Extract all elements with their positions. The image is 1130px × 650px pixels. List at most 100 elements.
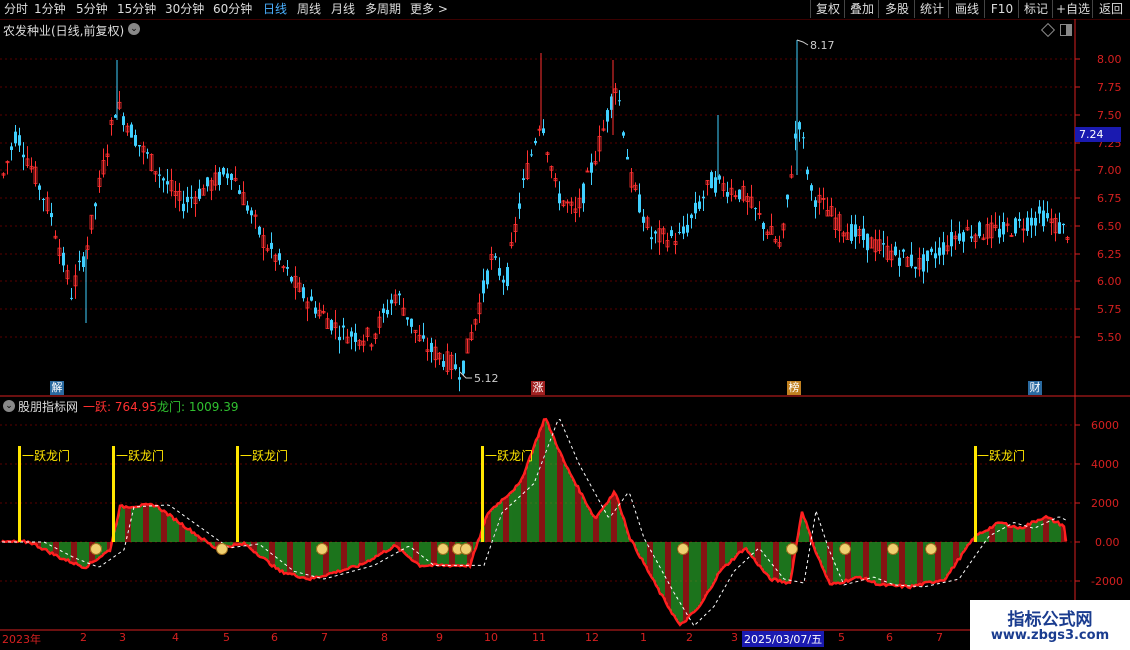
candle-body [686,224,689,233]
money-bag-icon [887,543,899,555]
candle-body [482,280,485,294]
candle-body [342,325,345,328]
candle-body [534,140,537,144]
candle-body [810,185,813,191]
candle-body [406,317,409,320]
date-tick: 9 [436,631,443,644]
high-marker [796,39,809,46]
candle-body [1058,222,1061,234]
candle-body [694,202,697,214]
candle-body [198,188,201,199]
candle-body [42,198,45,200]
price-tick: 6.50 [1097,220,1122,233]
candle-body [94,203,97,207]
signal-bar [18,446,21,542]
signal-label: 一跃龙门 [22,449,71,463]
candle-body [962,232,965,242]
candle-body [398,293,401,296]
candle-body [1042,210,1045,227]
candle-body [158,174,161,176]
current-price-tag: 7.24 [1075,127,1121,142]
candle-body [270,242,273,249]
candle-body [882,243,885,245]
candle-body [62,252,65,266]
candle-body [522,178,525,181]
candle-body [218,171,221,185]
candle-body [970,236,973,239]
indicator-name: 股朋指标网 [18,400,79,414]
money-bag-icon [460,543,472,555]
signal-bar [481,446,484,542]
candle-body [518,203,521,209]
candle-body [302,287,305,299]
candle-body [530,154,533,156]
candle-body [222,167,225,175]
money-bag-icon [786,543,798,555]
signal-label: 一跃龙门 [240,449,289,463]
candle-body [930,248,933,252]
candle-body [442,361,445,367]
candle-body [998,228,1001,238]
price-tick: 7.75 [1097,81,1122,94]
chart-canvas[interactable] [0,0,1130,650]
candle-body [206,177,209,187]
candle-body [922,254,925,272]
candle-body [1026,217,1029,231]
candle-body [14,131,17,144]
date-tick: 2023年 [2,633,41,646]
candle-body [650,237,653,240]
date-tick: 8 [381,631,388,644]
candle-body [850,224,853,241]
candle-body [290,277,293,282]
candle-body [498,268,501,276]
candle-body [606,110,609,122]
low-price-label: 5.12 [474,372,499,385]
candle-body [382,308,385,313]
candle-body [166,181,169,185]
candle-body [82,256,85,268]
indicator-line1-value: 一跃: 764.95 [83,400,157,414]
high-price-label: 8.17 [810,39,835,52]
candle-body [1014,218,1017,234]
signal-label: 一跃龙门 [116,449,165,463]
price-tick: 7.00 [1097,164,1122,177]
candle-body [182,203,185,212]
candle-body [738,189,741,200]
candle-body [618,100,621,102]
indicator-tick: 6000 [1091,419,1119,432]
candle-body [286,267,289,269]
candle-body [18,135,21,146]
event-rank-badge[interactable]: 榜 [787,381,801,395]
watermark-url: www.zbgs3.com [990,628,1110,643]
candle-body [138,145,141,147]
candle-body [938,247,941,256]
candle-body [354,332,357,342]
event-finance-badge[interactable]: 财 [1028,381,1042,395]
price-tick: 6.00 [1097,275,1122,288]
candle-body [762,223,765,230]
date-tick: 7 [936,631,943,644]
candle-body [250,210,253,216]
chevron-down-icon[interactable]: ⌄ [3,400,15,412]
candle-body [902,249,905,252]
candle-body [714,177,717,193]
candle-body [914,266,917,269]
money-bag-icon [839,543,851,555]
event-unlock-badge[interactable]: 解 [50,381,64,395]
money-bag-icon [925,543,937,555]
candlestick-series [1,39,1070,392]
price-tick: 8.00 [1097,53,1122,66]
candle-body [22,154,25,158]
candle-body [786,194,789,200]
candle-body [898,257,901,266]
candle-body [894,246,897,256]
event-limit-up-badge[interactable]: 涨 [531,381,545,395]
price-tick: 5.50 [1097,331,1122,344]
candle-body [338,336,341,341]
money-bag-icon [437,543,449,555]
candle-body [710,172,713,189]
candle-body [682,226,685,234]
date-tick: 4 [172,631,179,644]
candle-body [70,297,73,299]
cursor-date-label: 2025/03/07/五 [742,631,825,647]
